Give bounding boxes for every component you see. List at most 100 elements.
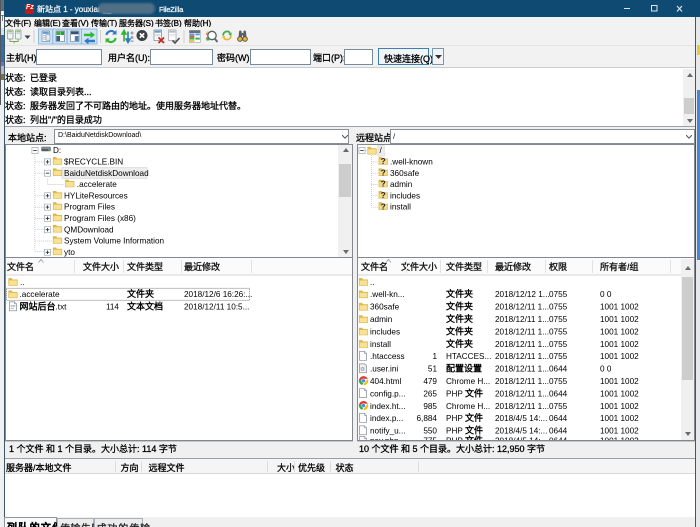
svg-text:PHP 文件: PHP 文件 bbox=[446, 412, 483, 423]
svg-text:yto: yto bbox=[64, 247, 75, 256]
svg-text:0 0: 0 0 bbox=[600, 290, 612, 299]
svg-text:0644: 0644 bbox=[549, 414, 568, 423]
svg-text:config.p...: config.p... bbox=[370, 389, 406, 398]
svg-text:Program Files: Program Files bbox=[64, 202, 115, 211]
svg-text:Chrome H...: Chrome H... bbox=[446, 377, 490, 386]
svg-text:pay.php: pay.php bbox=[370, 437, 399, 441]
svg-text:0755: 0755 bbox=[549, 377, 568, 386]
svg-text:0644: 0644 bbox=[549, 427, 568, 436]
svg-text:.well-kn...: .well-kn... bbox=[370, 290, 405, 299]
svg-text:admin: admin bbox=[370, 315, 393, 324]
svg-text:.accelerate: .accelerate bbox=[20, 290, 60, 299]
svg-text:文件名: 文件名 bbox=[6, 261, 34, 272]
svg-text:文件夹: 文件夹 bbox=[445, 338, 473, 349]
svg-text:文件名: 文件名 bbox=[360, 261, 388, 272]
svg-text:0644: 0644 bbox=[549, 389, 568, 398]
svg-text:2018/12/11 1...: 2018/12/11 1... bbox=[495, 377, 549, 386]
svg-text:1001 1002: 1001 1002 bbox=[600, 402, 639, 411]
svg-text:文本文档: 文本文档 bbox=[126, 301, 163, 312]
svg-text:$RECYCLE.BIN: $RECYCLE.BIN bbox=[64, 157, 123, 166]
svg-text:index.p...: index.p... bbox=[370, 414, 403, 423]
svg-text:0644: 0644 bbox=[549, 437, 568, 441]
svg-text:权限: 权限 bbox=[548, 261, 568, 272]
svg-text:Program Files (x86): Program Files (x86) bbox=[64, 214, 136, 223]
svg-text:.well-known: .well-known bbox=[390, 157, 433, 166]
svg-text:PHP 文件: PHP 文件 bbox=[446, 387, 483, 398]
svg-text:2018/12/11 1...: 2018/12/11 1... bbox=[495, 303, 549, 312]
svg-text:51: 51 bbox=[428, 365, 438, 374]
svg-text:0755: 0755 bbox=[549, 402, 568, 411]
svg-text:文件大小: 文件大小 bbox=[82, 261, 119, 272]
svg-text:..: .. bbox=[370, 278, 375, 287]
svg-text:2018/4/5 14:...: 2018/4/5 14:... bbox=[495, 427, 547, 436]
svg-text:479: 479 bbox=[423, 377, 437, 386]
svg-text:notify_u...: notify_u... bbox=[370, 427, 406, 436]
svg-text:2018/12/12 1...: 2018/12/12 1... bbox=[495, 290, 550, 299]
svg-text:1001 1002: 1001 1002 bbox=[600, 327, 639, 336]
svg-text:2018/12/6 16:26:...: 2018/12/6 16:26:... bbox=[184, 290, 252, 299]
svg-text:文件大小: 文件大小 bbox=[400, 261, 437, 272]
svg-text:0755: 0755 bbox=[549, 315, 568, 324]
svg-text:HYLiteResources: HYLiteResources bbox=[64, 191, 128, 200]
svg-text:所有者/组: 所有者/组 bbox=[600, 261, 639, 272]
svg-text:D:: D: bbox=[53, 146, 61, 155]
svg-text:2018/12/11 1...: 2018/12/11 1... bbox=[495, 327, 549, 336]
svg-text:265: 265 bbox=[423, 389, 437, 398]
svg-text:2018/12/11 1...: 2018/12/11 1... bbox=[495, 365, 549, 374]
svg-text:1001 1002: 1001 1002 bbox=[600, 377, 639, 386]
svg-text:..: .. bbox=[20, 278, 25, 287]
svg-text:Chrome H...: Chrome H... bbox=[446, 402, 490, 411]
svg-text:文件类型: 文件类型 bbox=[445, 261, 482, 272]
svg-text:最近修改: 最近修改 bbox=[495, 261, 532, 272]
svg-text:985: 985 bbox=[423, 402, 437, 411]
svg-text:404.html: 404.html bbox=[370, 377, 402, 386]
svg-text:0755: 0755 bbox=[549, 327, 568, 336]
svg-text:6,884: 6,884 bbox=[417, 414, 438, 423]
svg-text:最近修改: 最近修改 bbox=[184, 261, 221, 272]
svg-text:install: install bbox=[370, 340, 391, 349]
svg-text:PHP 文件: PHP 文件 bbox=[446, 425, 483, 436]
svg-text:admin: admin bbox=[390, 180, 413, 189]
svg-text:1001 1002: 1001 1002 bbox=[600, 340, 639, 349]
svg-text:2018/12/11 1...: 2018/12/11 1... bbox=[495, 315, 549, 324]
svg-text:0755: 0755 bbox=[549, 352, 568, 361]
svg-text:775: 775 bbox=[423, 437, 437, 441]
svg-text:114: 114 bbox=[106, 303, 119, 312]
svg-text:install: install bbox=[390, 202, 411, 211]
svg-text:2018/4/5 14:...: 2018/4/5 14:... bbox=[495, 414, 547, 423]
svg-text:文件夹: 文件夹 bbox=[445, 325, 473, 336]
svg-text:2018/12/11 1...: 2018/12/11 1... bbox=[495, 340, 549, 349]
svg-text:includes: includes bbox=[390, 191, 420, 200]
svg-text:2018/12/11 1...: 2018/12/11 1... bbox=[495, 352, 549, 361]
svg-text:System Volume Information: System Volume Information bbox=[64, 236, 165, 245]
svg-text:1001 1002: 1001 1002 bbox=[600, 437, 639, 441]
svg-text:1001 1002: 1001 1002 bbox=[600, 352, 639, 361]
svg-text:.accelerate: .accelerate bbox=[77, 180, 117, 189]
svg-text:1: 1 bbox=[432, 352, 437, 361]
svg-text:0644: 0644 bbox=[549, 365, 568, 374]
svg-text:1001 1002: 1001 1002 bbox=[600, 414, 639, 423]
svg-text:360safe: 360safe bbox=[370, 303, 400, 312]
svg-text:0755: 0755 bbox=[549, 303, 568, 312]
svg-text:2018/4/5 14:...: 2018/4/5 14:... bbox=[495, 437, 547, 441]
svg-text:index.ht...: index.ht... bbox=[370, 402, 406, 411]
svg-text:1001 1002: 1001 1002 bbox=[600, 427, 639, 436]
svg-text:文件夹: 文件夹 bbox=[126, 288, 154, 299]
svg-text:配置设置: 配置设置 bbox=[446, 363, 482, 374]
svg-text:0755: 0755 bbox=[549, 340, 568, 349]
svg-text:BaiduNetdiskDownload: BaiduNetdiskDownload bbox=[64, 168, 149, 177]
svg-text:.htaccess: .htaccess bbox=[370, 352, 405, 361]
svg-text:550: 550 bbox=[423, 427, 437, 436]
svg-text:2018/12/11 10:5...: 2018/12/11 10:5... bbox=[184, 303, 249, 312]
svg-text:360safe: 360safe bbox=[390, 168, 420, 177]
svg-text:文件夹: 文件夹 bbox=[445, 313, 473, 324]
svg-text:.user.ini: .user.ini bbox=[370, 365, 398, 374]
svg-text:0755: 0755 bbox=[549, 290, 568, 299]
svg-text:includes: includes bbox=[370, 327, 400, 336]
svg-text:1001 1002: 1001 1002 bbox=[600, 315, 639, 324]
svg-text:文件类型: 文件类型 bbox=[126, 261, 163, 272]
svg-text:2018/12/11 1...: 2018/12/11 1... bbox=[495, 389, 549, 398]
svg-text:文件夹: 文件夹 bbox=[445, 288, 473, 299]
svg-text:1001 1002: 1001 1002 bbox=[600, 389, 639, 398]
svg-text:网站后台.txt: 网站后台.txt bbox=[20, 301, 68, 312]
